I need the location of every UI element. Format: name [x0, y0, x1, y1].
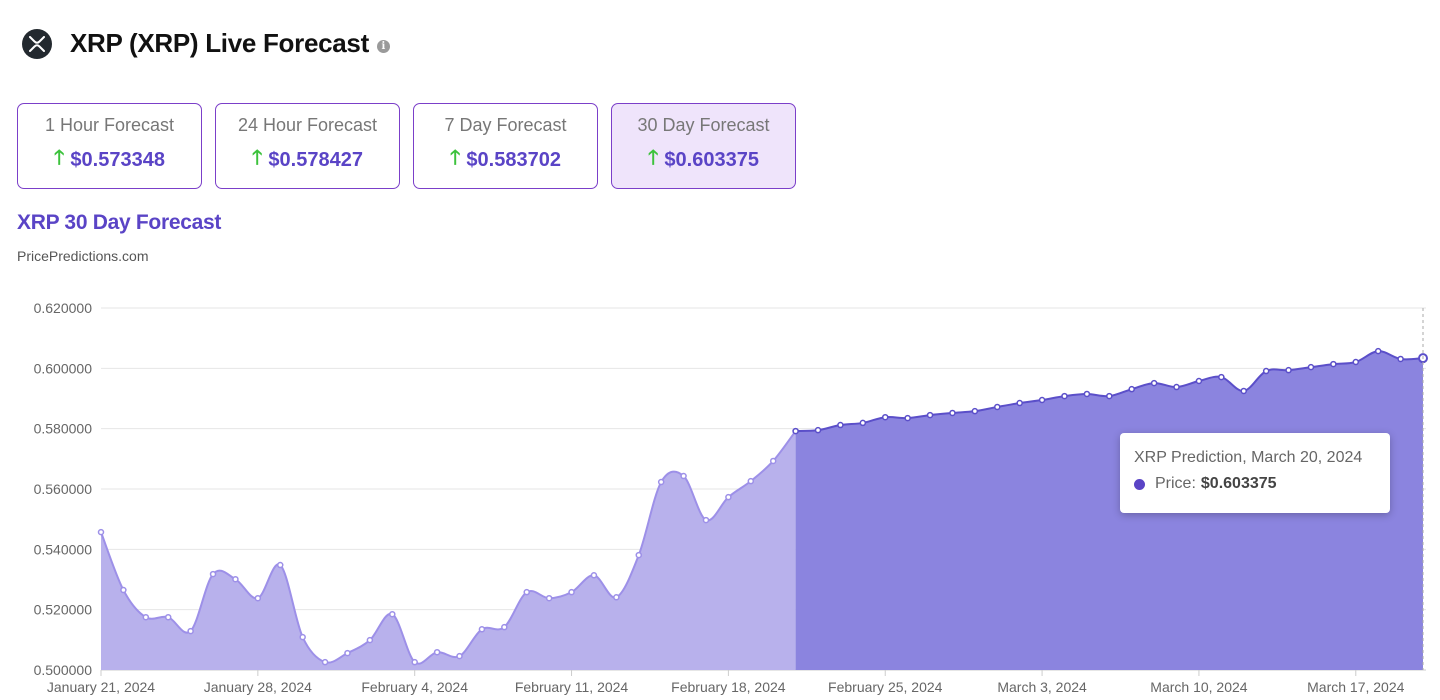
data-point	[1195, 377, 1203, 385]
x-tick-label: March 3, 2024	[997, 679, 1087, 695]
data-point	[1240, 387, 1247, 395]
data-point	[344, 649, 351, 657]
data-point	[1352, 358, 1360, 366]
data-point	[680, 472, 687, 480]
data-point	[657, 478, 665, 486]
x-tick-label: February 18, 2024	[671, 679, 786, 695]
tooltip-price-label: Price:	[1155, 475, 1196, 492]
data-point	[523, 588, 530, 596]
data-point	[501, 623, 508, 631]
x-tick-label: March 10, 2024	[1150, 679, 1247, 695]
x-tick-label: February 11, 2024	[515, 679, 629, 695]
data-point	[433, 648, 441, 656]
y-tick-label: 0.580000	[34, 421, 93, 437]
data-point	[1307, 363, 1315, 371]
data-point	[859, 419, 867, 427]
data-point	[1397, 355, 1404, 363]
data-point	[1016, 399, 1023, 407]
y-tick-label: 0.500000	[34, 662, 93, 678]
data-point	[254, 594, 262, 602]
data-point	[411, 658, 418, 666]
x-tick-label: January 28, 2024	[204, 679, 312, 695]
data-point	[926, 411, 934, 419]
data-point	[232, 575, 239, 583]
data-point	[747, 477, 755, 485]
data-point	[1061, 392, 1068, 400]
data-point	[1150, 379, 1158, 387]
data-point	[725, 493, 732, 501]
data-point	[1083, 390, 1091, 398]
data-point	[1285, 366, 1292, 374]
data-point	[97, 528, 105, 536]
data-point	[613, 594, 620, 601]
x-tick-label: February 4, 2024	[361, 679, 468, 695]
y-tick-label: 0.620000	[34, 300, 93, 316]
data-point	[478, 626, 486, 633]
data-point	[1038, 396, 1046, 404]
data-point	[837, 421, 844, 429]
y-tick-label: 0.520000	[34, 602, 93, 618]
data-point	[881, 413, 889, 421]
x-tick-label: January 21, 2024	[47, 679, 155, 695]
data-point	[1218, 373, 1225, 381]
data-point	[142, 613, 150, 621]
data-point	[277, 561, 284, 569]
data-point	[366, 636, 374, 644]
series-dot-icon	[1134, 478, 1145, 490]
data-point	[1262, 367, 1270, 375]
data-point	[389, 610, 396, 618]
data-point	[568, 588, 575, 596]
price-chart[interactable]: 0.500000 0.520000 0.540000 0.560000 0.580000…	[0, 0, 1440, 700]
y-tick-label: 0.560000	[34, 481, 93, 497]
x-tick-label: March 17, 2024	[1307, 679, 1404, 695]
data-point	[994, 403, 1001, 411]
data-point	[949, 409, 956, 417]
data-point	[635, 551, 643, 559]
data-point	[1106, 392, 1113, 400]
data-point	[702, 516, 710, 524]
data-point	[545, 594, 553, 602]
data-point	[769, 457, 777, 465]
series-area-historical	[101, 431, 796, 670]
data-point	[456, 652, 463, 660]
data-point	[120, 586, 127, 594]
data-point	[187, 627, 194, 635]
data-point	[299, 633, 306, 641]
data-point	[590, 572, 598, 579]
tooltip-title: XRP Prediction, March 20, 2024	[1134, 449, 1363, 466]
data-point	[1128, 385, 1135, 393]
y-tick-label: 0.600000	[34, 360, 93, 376]
x-tick-label: February 25, 2024	[828, 679, 943, 695]
data-point	[1330, 360, 1337, 368]
data-point	[164, 613, 172, 621]
data-point	[792, 427, 799, 435]
chart-tooltip: XRP Prediction, March 20, 2024 Price: $0.…	[1120, 433, 1390, 513]
data-point	[1374, 347, 1382, 355]
data-point	[209, 570, 217, 578]
tooltip-price-value: $0.603375	[1200, 475, 1277, 492]
data-point	[1173, 383, 1180, 391]
data-point	[321, 658, 329, 666]
y-tick-label: 0.540000	[34, 541, 93, 557]
data-point	[971, 407, 979, 415]
data-point	[814, 426, 822, 434]
data-point	[904, 414, 911, 422]
